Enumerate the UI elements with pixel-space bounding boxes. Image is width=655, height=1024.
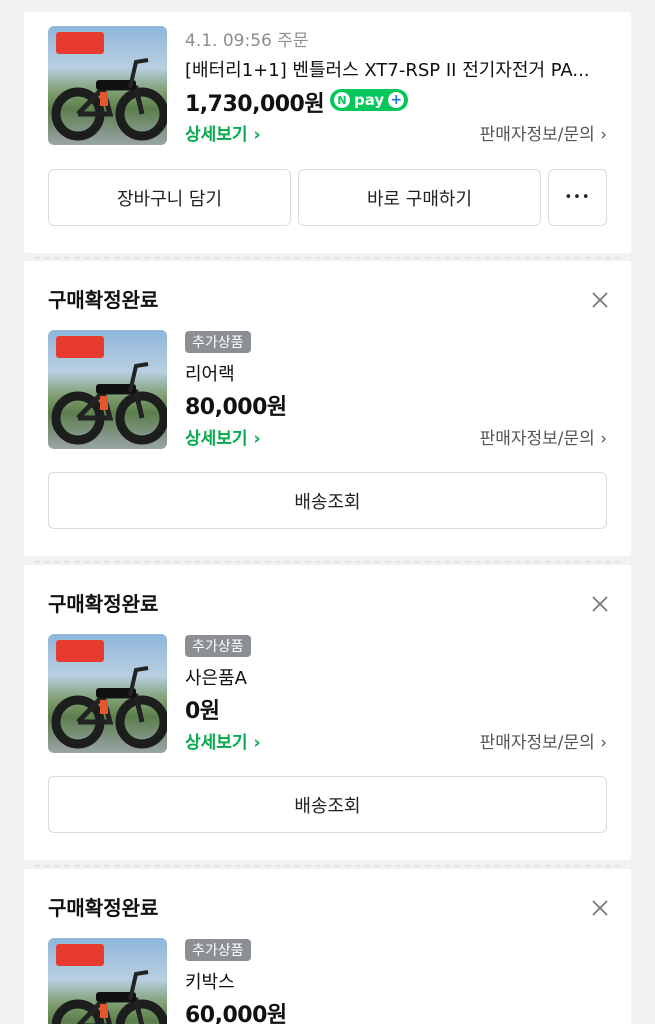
ebike-image [51, 336, 167, 445]
item-name[interactable]: 사은품A [185, 664, 247, 690]
track-delivery-label: 배송조회 [294, 795, 361, 817]
add-to-cart-button[interactable]: 장바구니 담기 [48, 169, 291, 226]
divider [18, 556, 637, 568]
product-title[interactable]: [배터리1+1] 벤틀러스 XT7-RSP II 전기자전거 PA... [185, 56, 615, 82]
extra-item-badge: 추가상품 [185, 331, 251, 353]
seller-info-link[interactable]: 판매자정보/문의 › [480, 728, 607, 753]
seller-info-link[interactable]: 판매자정보/문의 › [480, 424, 607, 449]
item-card: 구매확정완료 추가상품 사은품A 0원 상세보기 › 판매자정보/문의 › 배송… [24, 565, 631, 860]
ebike-image [51, 640, 167, 749]
seller-info-link[interactable]: 판매자정보/문의 › [480, 120, 607, 145]
more-options-button[interactable]: ••• [548, 169, 607, 226]
buy-now-button[interactable]: 바로 구매하기 [298, 169, 541, 226]
product-price: 1,730,000원 [185, 92, 325, 117]
product-thumbnail[interactable] [48, 938, 167, 1024]
order-date: 4.1. 09:56 주문 [185, 31, 309, 51]
status-label: 구매확정완료 [48, 592, 159, 616]
track-delivery-button[interactable]: 배송조회 [48, 776, 607, 833]
item-card: 구매확정완료 추가상품 리어랙 80,000원 상세보기 › 판매자정보/문의 … [24, 261, 631, 556]
item-price: 80,000원 [185, 395, 287, 420]
product-thumbnail[interactable] [48, 634, 167, 753]
track-delivery-button[interactable]: 배송조회 [48, 472, 607, 529]
detail-link[interactable]: 상세보기 › [185, 728, 260, 753]
top-strip [0, 0, 655, 12]
item-price: 60,000원 [185, 1003, 287, 1024]
detail-link[interactable]: 상세보기 › [185, 424, 260, 449]
item-card: 구매확정완료 추가상품 키박스 60,000원 [24, 869, 631, 1024]
item-name[interactable]: 리어랙 [185, 360, 235, 386]
product-thumbnail[interactable] [48, 330, 167, 449]
item-name[interactable]: 키박스 [185, 968, 235, 994]
ebike-image [51, 944, 167, 1024]
npay-label: pay [354, 91, 385, 109]
add-to-cart-label: 장바구니 담기 [116, 188, 223, 210]
extra-item-badge: 추가상품 [185, 635, 251, 657]
more-icon: ••• [564, 190, 591, 205]
npay-badge: N pay + [330, 89, 408, 111]
status-label: 구매확정완료 [48, 288, 159, 312]
order-card: 4.1. 09:56 주문 [배터리1+1] 벤틀러스 XT7-RSP II 전… [24, 12, 631, 253]
close-icon[interactable] [591, 291, 609, 309]
product-thumbnail[interactable] [48, 26, 167, 145]
close-icon[interactable] [591, 595, 609, 613]
divider [18, 860, 637, 872]
buy-now-label: 바로 구매하기 [366, 188, 473, 210]
close-icon[interactable] [591, 899, 609, 917]
detail-link[interactable]: 상세보기 › [185, 120, 260, 145]
naver-n-icon: N [334, 92, 350, 108]
item-price: 0원 [185, 699, 220, 724]
ebike-image [51, 32, 167, 141]
divider [18, 252, 637, 264]
track-delivery-label: 배송조회 [294, 491, 361, 513]
extra-item-badge: 추가상품 [185, 939, 251, 961]
plus-icon: + [388, 92, 405, 108]
status-label: 구매확정완료 [48, 896, 159, 920]
